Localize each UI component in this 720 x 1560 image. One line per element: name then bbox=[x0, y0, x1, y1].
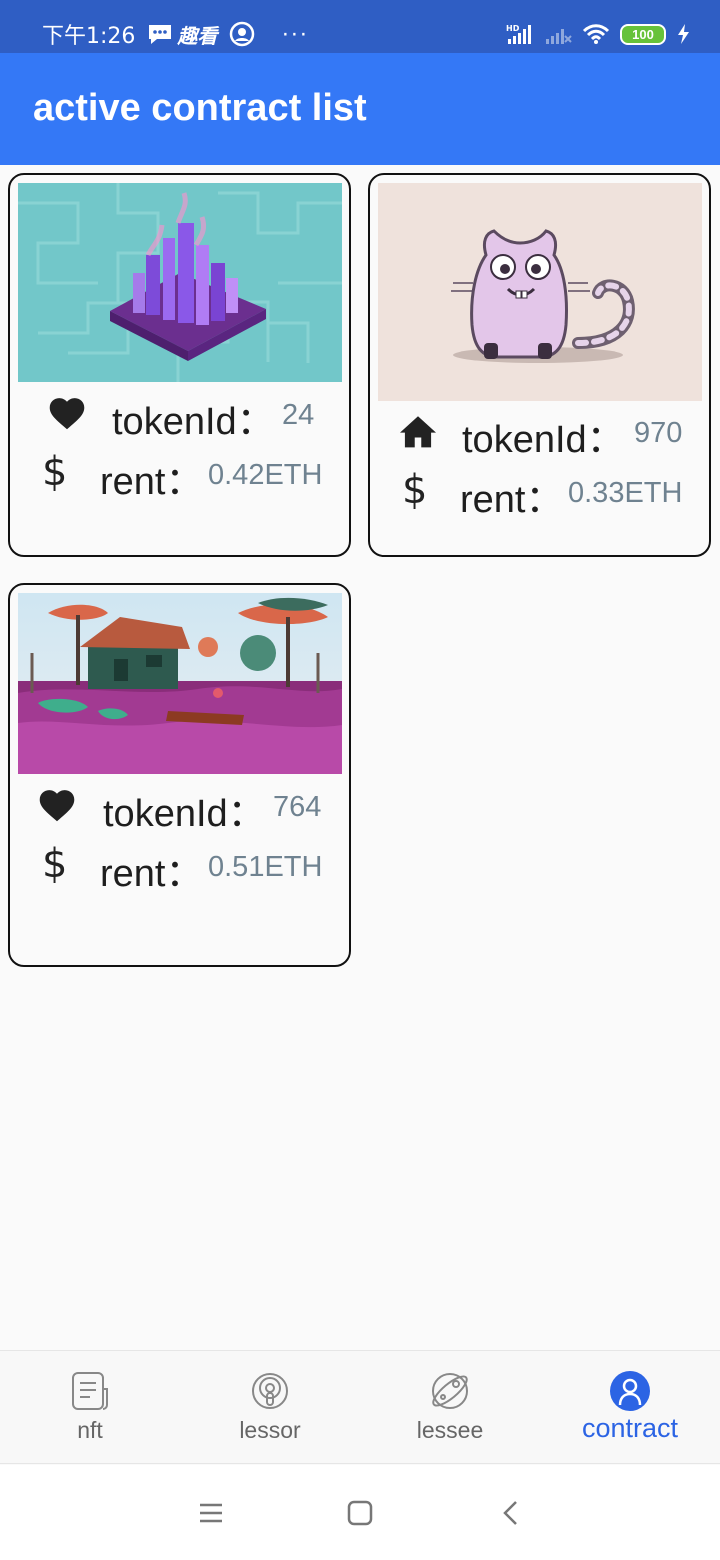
token-label: tokenId： bbox=[462, 419, 625, 461]
home-icon bbox=[398, 413, 438, 449]
nft-image bbox=[378, 183, 702, 401]
nft-image bbox=[18, 593, 342, 792]
app-notification-text: 趣看 bbox=[177, 23, 218, 48]
message-icon bbox=[147, 23, 173, 45]
menu-icon[interactable] bbox=[191, 1493, 231, 1533]
nav-item-lessee[interactable]: lessee bbox=[360, 1351, 540, 1465]
app-bar: active contract list bbox=[0, 53, 720, 165]
signal-hd-icon: HD bbox=[506, 23, 534, 45]
page-title: active contract list bbox=[33, 87, 367, 129]
nav-item-lessor[interactable]: lessor bbox=[180, 1351, 360, 1465]
rent-label: rent： bbox=[100, 853, 204, 895]
status-bar: 下午1:26 趣看 ··· HD 100 bbox=[0, 0, 720, 53]
token-row: tokenId： 764 bbox=[10, 779, 349, 835]
signal-no-service-icon bbox=[544, 23, 572, 45]
token-id-value: 24 bbox=[282, 399, 315, 431]
nav-item-nft[interactable]: nft bbox=[0, 1351, 180, 1465]
wifi-icon bbox=[582, 23, 610, 45]
heart-icon bbox=[36, 785, 78, 823]
dollar-icon: $ bbox=[42, 841, 68, 887]
podcast-icon bbox=[250, 1371, 290, 1411]
dollar-icon: $ bbox=[402, 467, 428, 513]
more-notifications-icon: ··· bbox=[281, 20, 309, 47]
nav-label: lessee bbox=[416, 1417, 484, 1443]
nav-label: lessor bbox=[239, 1417, 301, 1443]
user-icon bbox=[610, 1371, 650, 1411]
status-left: 下午1:26 趣看 ··· bbox=[42, 18, 308, 50]
status-right: HD 100 bbox=[506, 18, 690, 50]
rent-label: rent： bbox=[460, 479, 564, 521]
rent-row: $ rent： 0.33ETH bbox=[370, 465, 709, 521]
contract-card[interactable]: tokenId： 24 $ rent： 0.42ETH bbox=[8, 173, 351, 557]
token-id-value: 764 bbox=[273, 791, 322, 823]
token-label: tokenId： bbox=[103, 793, 266, 835]
rent-row: $ rent： 0.42ETH bbox=[10, 447, 349, 503]
planet-icon bbox=[430, 1371, 470, 1411]
rent-row: $ rent： 0.51ETH bbox=[10, 839, 349, 895]
contract-card[interactable]: tokenId： 970 $ rent： 0.33ETH bbox=[368, 173, 711, 557]
nav-label: contract bbox=[581, 1413, 679, 1443]
home-button-icon[interactable] bbox=[340, 1493, 380, 1533]
token-id-value: 970 bbox=[634, 417, 683, 449]
system-nav-bar bbox=[0, 1465, 720, 1560]
nav-label: nft bbox=[77, 1417, 103, 1443]
dollar-icon: $ bbox=[42, 449, 68, 495]
battery-icon: 100 bbox=[620, 23, 666, 45]
bottom-nav: nft lessor lessee contract bbox=[0, 1350, 720, 1464]
rent-value: 0.33ETH bbox=[568, 477, 683, 509]
token-row: tokenId： 970 bbox=[370, 405, 709, 461]
rent-value: 0.51ETH bbox=[208, 851, 323, 883]
contract-card[interactable]: tokenId： 764 $ rent： 0.51ETH bbox=[8, 583, 351, 967]
charging-icon bbox=[676, 23, 690, 45]
nft-image bbox=[18, 183, 342, 382]
token-label: tokenId： bbox=[112, 401, 275, 443]
app-notification-icon bbox=[229, 21, 255, 47]
heart-icon bbox=[46, 393, 88, 431]
document-icon bbox=[70, 1371, 110, 1411]
rent-label: rent： bbox=[100, 461, 204, 503]
status-time: 下午1:26 bbox=[42, 24, 136, 49]
svg-text:HD: HD bbox=[506, 24, 520, 33]
back-icon[interactable] bbox=[491, 1493, 531, 1533]
rent-value: 0.42ETH bbox=[208, 459, 323, 491]
token-row: tokenId： 24 bbox=[10, 387, 349, 443]
nav-item-contract[interactable]: contract bbox=[540, 1351, 720, 1465]
